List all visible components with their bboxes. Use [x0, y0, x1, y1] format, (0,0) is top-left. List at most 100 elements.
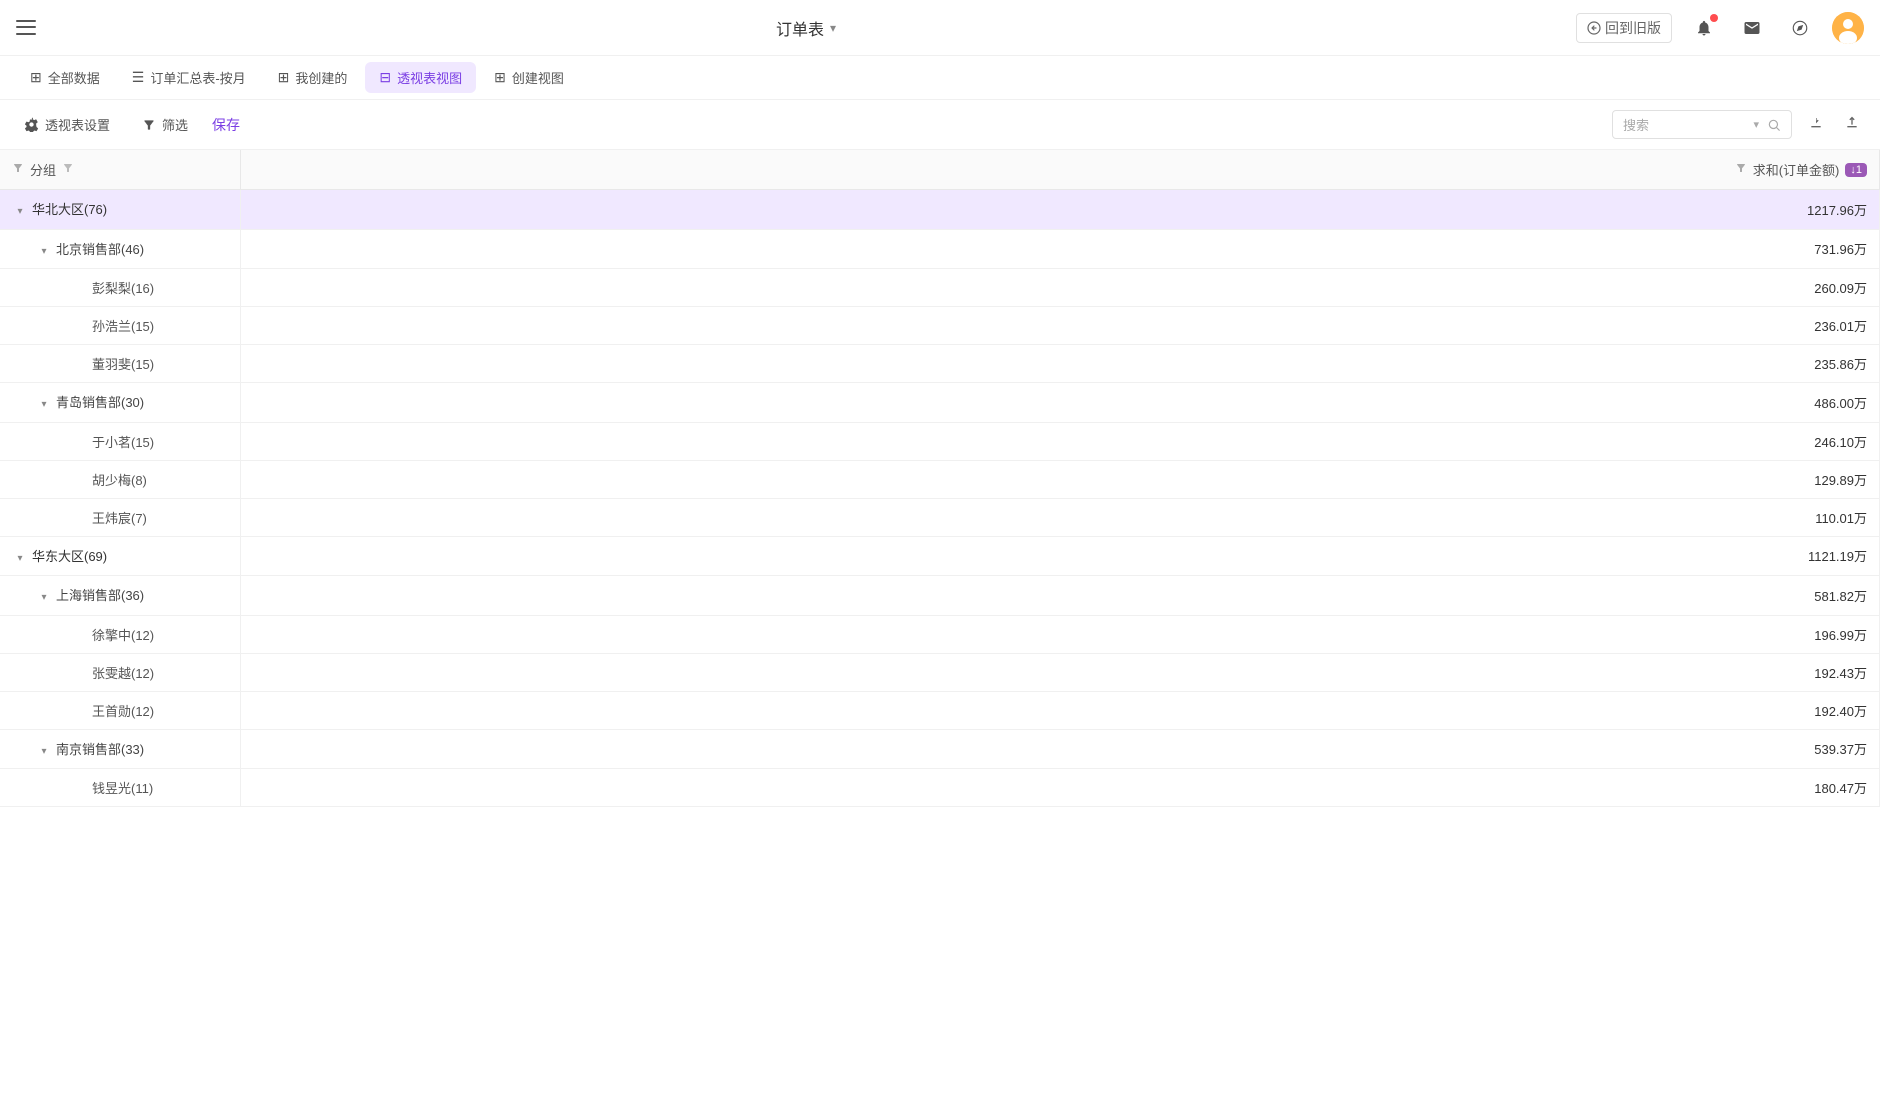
return-old-btn[interactable]: 回到旧版: [1576, 13, 1672, 43]
header: 订单表 ▾ 回到旧版: [0, 0, 1880, 56]
cell-group[interactable]: 王炜宸(7): [0, 498, 240, 536]
tab-pivot-view-label: 透视表视图: [397, 68, 462, 87]
tabs-bar: ⊞ 全部数据 ☰ 订单汇总表-按月 ⊞ 我创建的 ⊟ 透视表视图 ⊞ 创建视图: [0, 56, 1880, 100]
table-row: 于小茗(15)246.10万: [0, 422, 1880, 460]
table-row: ▾ 上海销售部(36) 581.82万: [0, 576, 1880, 616]
tab-pivot-view[interactable]: ⊟ 透视表视图: [365, 62, 476, 93]
pivot-settings-btn[interactable]: 透视表设置: [16, 111, 118, 138]
compass-icon: [1791, 19, 1809, 37]
tab-all-data-label: 全部数据: [48, 68, 100, 87]
row-label: 北京销售部(46): [56, 242, 144, 257]
cell-group[interactable]: ▾ 南京销售部(33): [0, 729, 240, 769]
col-group-header: 分组: [0, 150, 240, 190]
upload-icon: [1844, 114, 1860, 130]
cell-group[interactable]: 张雯越(12): [0, 653, 240, 691]
hamburger-menu[interactable]: [16, 18, 36, 38]
cell-group[interactable]: ▾ 华北大区(76): [0, 190, 240, 230]
cell-value: 260.09万: [240, 269, 1880, 307]
col-sum-header: 求和(订单金额) ↓1: [240, 150, 1880, 190]
expand-btn[interactable]: ▾: [12, 204, 28, 220]
header-center: 订单表 ▾: [776, 16, 836, 40]
tab-order-summary[interactable]: ☰ 订单汇总表-按月: [118, 62, 260, 93]
mail-btn[interactable]: [1736, 12, 1768, 44]
table-row: 彭梨梨(16)260.09万: [0, 269, 1880, 307]
search-dropdown-arrow[interactable]: ▾: [1753, 118, 1759, 131]
table-row: 孙浩兰(15)236.01万: [0, 307, 1880, 345]
row-label: 于小茗(15): [92, 435, 154, 450]
filter-label: 筛选: [162, 115, 188, 134]
cell-value: 196.99万: [240, 615, 1880, 653]
table-row: ▾青岛销售部(30)486.00万: [0, 383, 1880, 423]
row-label: 张雯越(12): [92, 666, 154, 681]
cell-group[interactable]: 胡少梅(8): [0, 460, 240, 498]
table-row: 张雯越(12)192.43万: [0, 653, 1880, 691]
search-placeholder: 搜索: [1623, 115, 1745, 134]
tab-order-summary-label: 订单汇总表-按月: [150, 68, 245, 87]
tab-my-created[interactable]: ⊞ 我创建的: [264, 62, 362, 93]
col-group-filter[interactable]: [62, 162, 74, 177]
row-label: 孙浩兰(15): [92, 319, 154, 334]
expand-btn[interactable]: ▾: [36, 397, 52, 413]
table-row: ▾北京销售部(46)731.96万: [0, 229, 1880, 269]
grid2-icon: ⊞: [278, 69, 290, 86]
filter-col-icon[interactable]: [12, 162, 24, 177]
col-sum-inner: 求和(订单金额) ↓1: [253, 160, 1868, 179]
title-dropdown-arrow[interactable]: ▾: [830, 21, 836, 35]
download-btn[interactable]: [1804, 110, 1828, 139]
plus-icon: ⊞: [494, 69, 506, 86]
filter-sum-icon[interactable]: [1735, 162, 1747, 177]
search-area[interactable]: 搜索 ▾: [1612, 110, 1792, 139]
sort-badge[interactable]: ↓1: [1845, 163, 1867, 177]
expand-btn[interactable]: ▾: [12, 550, 28, 566]
row-label: 徐擎中(12): [92, 628, 154, 643]
avatar[interactable]: [1832, 12, 1864, 44]
expand-btn[interactable]: ▾: [36, 243, 52, 259]
row-label: 董羽斐(15): [92, 357, 154, 372]
filter-btn[interactable]: 筛选: [134, 111, 196, 138]
cell-group[interactable]: 于小茗(15): [0, 422, 240, 460]
row-label: 上海销售部(36): [56, 588, 144, 603]
cell-value: 192.40万: [240, 691, 1880, 729]
tab-create-view[interactable]: ⊞ 创建视图: [480, 62, 578, 93]
table-container[interactable]: 分组: [0, 150, 1880, 1102]
search-icon[interactable]: [1767, 118, 1781, 132]
cell-group[interactable]: 董羽斐(15): [0, 345, 240, 383]
cell-value: 581.82万: [240, 576, 1880, 616]
expand-btn[interactable]: ▾: [36, 743, 52, 759]
notification-btn[interactable]: [1688, 12, 1720, 44]
table-row: 王炜宸(7)110.01万: [0, 498, 1880, 536]
cell-value: 180.47万: [240, 769, 1880, 807]
expand-btn[interactable]: ▾: [36, 590, 52, 606]
cell-group[interactable]: 彭梨梨(16): [0, 269, 240, 307]
mail-icon: [1743, 19, 1761, 37]
cell-value: 539.37万: [240, 729, 1880, 769]
grid-icon: ⊞: [30, 69, 42, 86]
row-label: 华北大区(76): [32, 202, 107, 217]
cell-group[interactable]: ▾ 北京销售部(46): [0, 229, 240, 269]
save-btn[interactable]: 保存: [212, 115, 240, 135]
cell-group[interactable]: 徐擎中(12): [0, 615, 240, 653]
cell-group[interactable]: ▾ 青岛销售部(30): [0, 383, 240, 423]
col-group-label: 分组: [30, 160, 56, 179]
tab-create-view-label: 创建视图: [512, 68, 564, 87]
row-label: 南京销售部(33): [56, 742, 144, 757]
app-title: 订单表: [776, 16, 824, 40]
tab-all-data[interactable]: ⊞ 全部数据: [16, 62, 114, 93]
return-label: 回到旧版: [1605, 18, 1661, 38]
notification-badge: [1710, 14, 1718, 22]
cell-group[interactable]: 王首勋(12): [0, 691, 240, 729]
filter-icon: [142, 118, 156, 132]
row-label: 胡少梅(8): [92, 473, 147, 488]
upload-btn[interactable]: [1840, 110, 1864, 139]
row-label: 青岛销售部(30): [56, 395, 144, 410]
pivot-settings-label: 透视表设置: [45, 115, 110, 134]
toolbar-left: 透视表设置 筛选 保存: [16, 111, 240, 138]
cell-group[interactable]: 孙浩兰(15): [0, 307, 240, 345]
compass-btn[interactable]: [1784, 12, 1816, 44]
table-row: 徐擎中(12) 196.99万: [0, 615, 1880, 653]
cell-group[interactable]: ▾ 上海销售部(36): [0, 576, 240, 616]
table-row: 董羽斐(15)235.86万: [0, 345, 1880, 383]
cell-value: 129.89万: [240, 460, 1880, 498]
cell-group[interactable]: ▾华东大区(69): [0, 536, 240, 576]
cell-group[interactable]: 钱昱光(11): [0, 769, 240, 807]
